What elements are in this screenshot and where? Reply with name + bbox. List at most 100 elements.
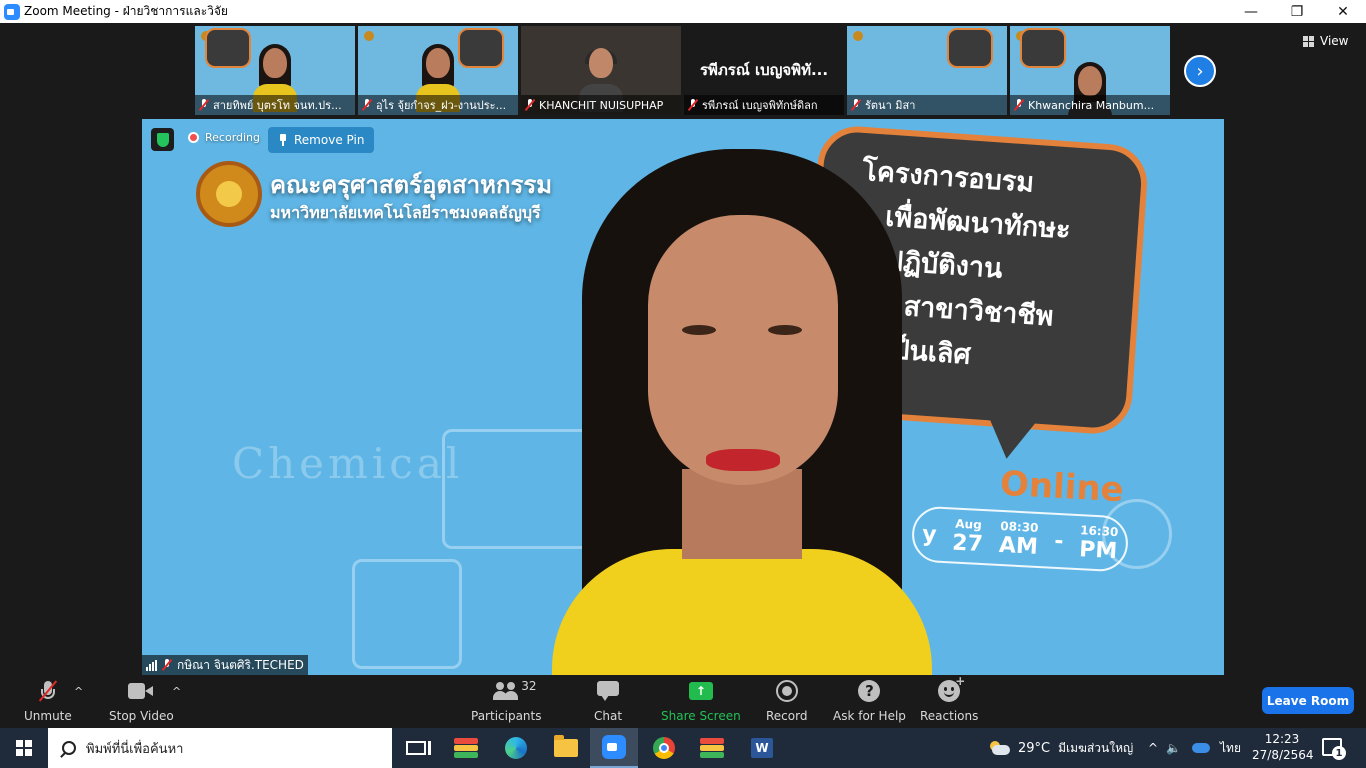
- window-title: Zoom Meeting - ฝ่ายวิชาการและวิจัย: [24, 4, 228, 18]
- security-shield-icon[interactable]: [151, 128, 174, 151]
- date-banner: y Aug 27 08:30 AM - 16:30 PM: [910, 505, 1130, 573]
- participant-name: Khwanchira Manbum...: [1028, 98, 1155, 112]
- taskbar-app-stack-1[interactable]: [442, 728, 490, 768]
- share-screen-label: Share Screen: [661, 709, 741, 723]
- time-start-block: 08:30 AM: [998, 518, 1039, 559]
- participant-tile[interactable]: Khwanchira Manbum...: [1010, 26, 1170, 115]
- close-button[interactable]: ✕: [1320, 0, 1366, 23]
- participant-name-tag: สายทิพย์ บุตรโท จนท.ปร...: [195, 95, 355, 115]
- app-stack-icon: [454, 738, 478, 758]
- tray-overflow-caret[interactable]: ^: [1148, 728, 1158, 768]
- clock-time: 12:23: [1264, 732, 1300, 746]
- ask-for-help-label: Ask for Help: [833, 709, 906, 723]
- university-logo-icon: [196, 161, 262, 227]
- taskbar-word[interactable]: W: [738, 728, 786, 768]
- reactions-button[interactable]: + Reactions: [920, 674, 978, 723]
- search-icon: [62, 741, 76, 755]
- participant-tile[interactable]: รัตนา มิสา: [847, 26, 1007, 115]
- record-dot-icon: [188, 132, 199, 143]
- logo-icon: [364, 31, 374, 41]
- speaker-name: กษิณา จินตศิริ.TECHED: [177, 657, 304, 672]
- mic-muted-icon: [688, 99, 698, 111]
- taskbar-chrome[interactable]: [640, 728, 688, 768]
- taskbar-zoom[interactable]: [590, 728, 638, 768]
- record-button[interactable]: Record: [766, 679, 807, 723]
- recording-label: Recording: [205, 131, 261, 144]
- task-view-button[interactable]: [392, 728, 440, 768]
- share-screen-button[interactable]: ↑ Share Screen: [661, 679, 741, 723]
- participant-name-tag: อุไร จุ้ยกำจร_ฝว-งานประ...: [358, 95, 518, 115]
- word-app-icon: W: [751, 738, 773, 758]
- participant-name: รพีภรณ์ เบญจพิทักษ์ดิลก: [702, 99, 818, 112]
- participants-count: 32: [521, 679, 537, 693]
- date-month: Aug: [955, 516, 983, 532]
- participant-tile[interactable]: รพีภรณ์ เบญจพิทั... รพีภรณ์ เบญจพิทักษ์ด…: [684, 26, 844, 115]
- task-view-icon: [406, 741, 431, 755]
- windows-logo-icon: [16, 740, 32, 756]
- stop-video-button[interactable]: Stop Video: [109, 679, 174, 723]
- record-label: Record: [766, 709, 808, 723]
- video-options-caret[interactable]: ^: [172, 685, 181, 698]
- zoom-logo-icon: [4, 3, 20, 20]
- window-controls: — ❐ ✕: [1228, 0, 1366, 23]
- taskbar-search-box[interactable]: พิมพ์ที่นี่เพื่อค้นหา: [48, 728, 392, 768]
- weather-description: มีเมฆส่วนใหญ่: [1058, 740, 1134, 755]
- participants-icon: 32: [493, 679, 537, 701]
- recording-indicator: Recording: [188, 131, 260, 144]
- app-stack-icon: [700, 738, 724, 758]
- remove-pin-button[interactable]: Remove Pin: [268, 127, 375, 153]
- dash: -: [1053, 528, 1065, 554]
- date-day: 27: [951, 529, 984, 557]
- leave-room-button[interactable]: Leave Room: [1262, 687, 1354, 714]
- participant-tile[interactable]: KHANCHIT NUISUPHAP: [521, 26, 681, 115]
- view-label: View: [1320, 34, 1349, 48]
- unmute-button[interactable]: Unmute: [24, 679, 72, 723]
- speech-board-tail: [976, 405, 1044, 463]
- speaker-name-tag: กษิณา จินตศิริ.TECHED: [142, 655, 308, 675]
- next-page-button[interactable]: ›: [1184, 55, 1216, 87]
- chat-button[interactable]: Chat: [594, 679, 622, 723]
- board-graphic: [947, 28, 993, 68]
- participant-name: สายทิพย์ บุตรโท จนท.ปร...: [213, 99, 342, 112]
- board-graphic: [1020, 28, 1066, 68]
- taskbar-clock[interactable]: 12:23 27/8/2564: [1252, 731, 1314, 763]
- minimize-button[interactable]: —: [1228, 0, 1274, 23]
- mic-muted-icon: [1014, 99, 1024, 111]
- view-button[interactable]: View: [1303, 34, 1348, 48]
- mic-muted-icon: [851, 99, 861, 111]
- board-graphic: [458, 28, 504, 68]
- participants-button[interactable]: 32 Participants: [471, 679, 542, 723]
- maximize-button[interactable]: ❐: [1274, 0, 1320, 23]
- signal-strength-icon: [146, 659, 157, 671]
- windows-taskbar: พิมพ์ที่นี่เพื่อค้นหา W 29°C มีเมฆส่วนให…: [0, 728, 1366, 768]
- participant-tile[interactable]: สายทิพย์ บุตรโท จนท.ปร...: [195, 26, 355, 115]
- volume-icon[interactable]: 🔈: [1166, 728, 1181, 768]
- background-chemical-text: Chemical: [232, 439, 464, 488]
- share-screen-icon: ↑: [688, 682, 713, 700]
- notification-count-badge: 1: [1332, 746, 1346, 760]
- input-language[interactable]: ไทย: [1220, 728, 1241, 768]
- weather-widget[interactable]: 29°C มีเมฆส่วนใหญ่: [988, 728, 1133, 768]
- active-speaker-video[interactable]: Chemical คณะครุศาสตร์อุตสาหกรรม มหาวิทยา…: [142, 119, 1224, 675]
- meeting-toolbar: Unmute ^ Stop Video ^ 32 Participants Ch…: [0, 674, 1366, 728]
- start-button[interactable]: [0, 728, 48, 768]
- participant-center-name: รพีภรณ์ เบญจพิทั...: [699, 61, 829, 79]
- university-text: มหาวิทยาลัยเทคโนโลยีราชมงคลธัญบุรี: [270, 203, 541, 222]
- taskbar-file-explorer[interactable]: [542, 728, 590, 768]
- onedrive-cloud-icon[interactable]: [1192, 728, 1210, 768]
- search-placeholder: พิมพ์ที่นี่เพื่อค้นหา: [86, 741, 184, 757]
- audio-options-caret[interactable]: ^: [74, 685, 83, 698]
- participants-label: Participants: [471, 709, 542, 723]
- help-question-icon: ?: [858, 680, 881, 702]
- smiley-reaction-icon: +: [938, 674, 965, 702]
- taskbar-edge[interactable]: [492, 728, 540, 768]
- ask-for-help-button[interactable]: ? Ask for Help: [833, 679, 906, 723]
- participant-tile[interactable]: อุไร จุ้ยกำจร_ฝว-งานประ...: [358, 26, 518, 115]
- taskbar-app-stack-2[interactable]: [688, 728, 736, 768]
- folder-icon: [554, 735, 578, 757]
- unmute-label: Unmute: [24, 709, 72, 723]
- edge-browser-icon: [505, 737, 527, 759]
- participant-name-tag: Khwanchira Manbum...: [1010, 95, 1170, 115]
- clock-date: 27/8/2564: [1252, 748, 1314, 762]
- participant-name-tag: รัตนา มิสา: [847, 95, 1007, 115]
